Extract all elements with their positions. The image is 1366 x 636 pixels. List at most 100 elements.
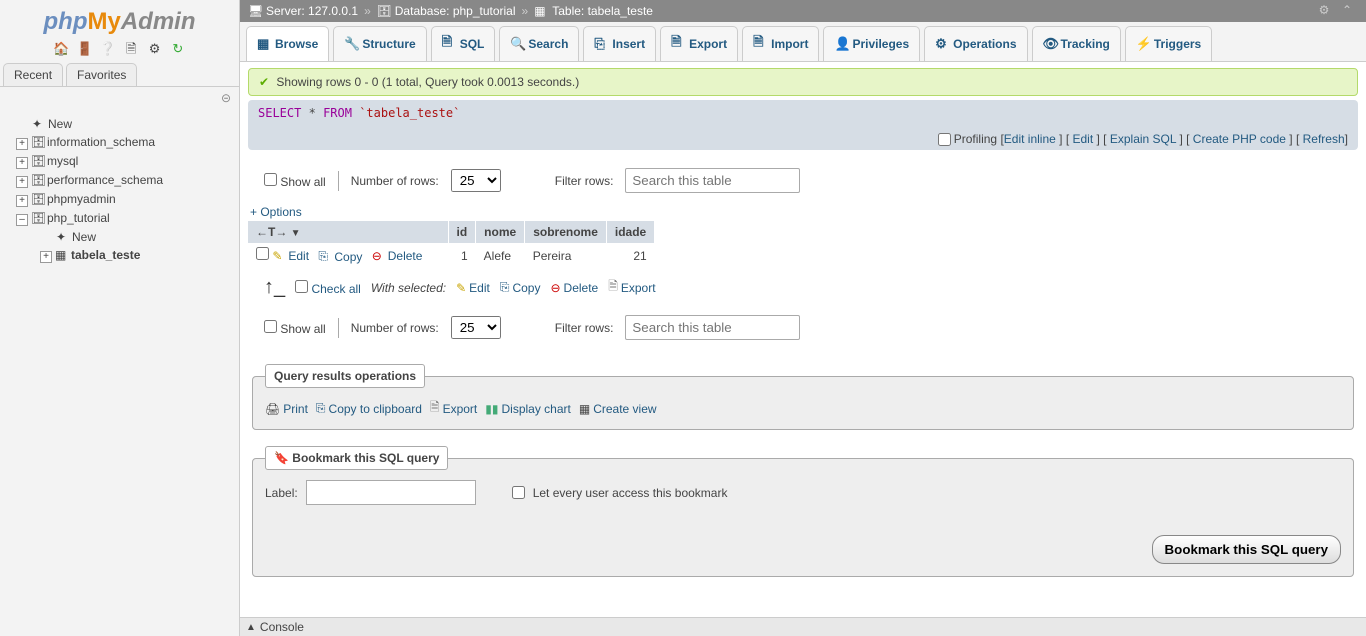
- link-edit[interactable]: Edit: [1072, 132, 1093, 146]
- db-icon: ✦: [56, 230, 70, 244]
- crumb-server[interactable]: Server: 127.0.0.1: [266, 4, 358, 18]
- toggle-icon[interactable]: +: [16, 195, 28, 207]
- collapse-icon[interactable]: ⊝: [0, 87, 239, 109]
- qro-copy[interactable]: ⎘Copy to clipboard: [316, 401, 422, 416]
- tab-sql[interactable]: 🗎SQL: [431, 26, 496, 61]
- console-toggle-icon[interactable]: ▲: [246, 622, 256, 633]
- collapse-up-icon[interactable]: ⌃: [1342, 3, 1358, 19]
- check-icon: ✔: [259, 75, 269, 89]
- sql-text: SELECT * FROM `tabela_teste`: [258, 106, 1348, 120]
- docs-icon[interactable]: ❔: [100, 41, 116, 57]
- qro-export[interactable]: 🗎Export: [430, 398, 477, 419]
- bookmark-label-input[interactable]: [306, 480, 476, 505]
- tab-favorites[interactable]: Favorites: [66, 63, 137, 86]
- link-explain[interactable]: Explain SQL: [1110, 132, 1176, 146]
- link-refresh[interactable]: Refresh: [1303, 132, 1345, 146]
- logout-icon[interactable]: 🚪: [76, 41, 92, 57]
- arrow-up-icon: ↑_: [264, 276, 285, 299]
- check-all-checkbox[interactable]: [295, 280, 308, 293]
- reload-icon[interactable]: ↻: [170, 41, 186, 57]
- col-sobrenome[interactable]: sobrenome: [525, 221, 607, 243]
- filter-bar-top: Show all Number of rows: 25 Filter rows:: [248, 160, 1358, 201]
- tab-icon: 👁: [1043, 36, 1057, 52]
- tree-node[interactable]: ✦New: [6, 115, 239, 133]
- crumb-database[interactable]: Database: php_tutorial: [395, 4, 516, 18]
- delete-icon: ⊖: [550, 281, 560, 295]
- server-icon: 🖥: [248, 4, 262, 18]
- tab-icon: 🔍: [510, 36, 524, 52]
- num-rows-select[interactable]: 25: [451, 169, 501, 192]
- tree-label: information_schema: [47, 135, 155, 149]
- toggle-icon[interactable]: +: [16, 138, 28, 150]
- bookmark-button[interactable]: Bookmark this SQL query: [1152, 535, 1341, 564]
- sel-delete[interactable]: ⊖Delete: [550, 281, 598, 295]
- tree-node[interactable]: +🗄mysql: [6, 152, 239, 171]
- tab-export[interactable]: 🗎Export: [660, 26, 738, 61]
- tree-node[interactable]: +🗄performance_schema: [6, 171, 239, 190]
- link-create-php[interactable]: Create PHP code: [1193, 132, 1286, 146]
- sidebar: phpMyAdmin 🏠 🚪 ❔ 🗎 ⚙ ↻ Recent Favorites …: [0, 0, 240, 636]
- tree-node[interactable]: –🗄php_tutorial: [6, 209, 239, 228]
- show-all-checkbox[interactable]: [264, 320, 277, 333]
- bookmark-fieldset: 🔖 Bookmark this SQL query Label: Let eve…: [252, 446, 1354, 577]
- logo[interactable]: phpMyAdmin: [0, 0, 239, 38]
- sort-icon[interactable]: ▼: [291, 228, 301, 239]
- tree-label: phpmyadmin: [47, 192, 116, 206]
- tab-icon: 🗎: [671, 33, 685, 55]
- main-tabs: ▦Browse🔧Structure🗎SQL🔍Search⎘Insert🗎Expo…: [240, 22, 1366, 62]
- toggle-icon[interactable]: –: [16, 214, 28, 226]
- filter-input[interactable]: [625, 315, 800, 340]
- row-delete[interactable]: ⊖Delete: [372, 249, 423, 263]
- tab-privileges[interactable]: 👤Privileges: [823, 26, 920, 61]
- tab-import[interactable]: 🗎Import: [742, 26, 819, 61]
- tab-operations[interactable]: ⚙Operations: [924, 26, 1027, 61]
- sel-edit[interactable]: ✎Edit: [456, 281, 490, 295]
- toggle-icon[interactable]: +: [40, 251, 52, 263]
- col-idade[interactable]: idade: [606, 221, 654, 243]
- filter-input[interactable]: [625, 168, 800, 193]
- tab-browse[interactable]: ▦Browse: [246, 26, 329, 61]
- sel-copy[interactable]: ⎘Copy: [500, 280, 541, 295]
- table-icon: ▦: [534, 4, 548, 18]
- tab-search[interactable]: 🔍Search: [499, 26, 579, 61]
- sel-export[interactable]: 🗎Export: [608, 277, 655, 298]
- console-bar[interactable]: ▲ Console: [240, 617, 1366, 636]
- results-table: ←T→ ▼ id nome sobrenome idade ✎Edit ⎘Cop…: [248, 221, 655, 268]
- gear-icon[interactable]: ⚙: [1319, 3, 1335, 19]
- home-icon[interactable]: 🏠: [53, 41, 69, 57]
- tree-label: tabela_teste: [71, 248, 140, 262]
- sql-icon[interactable]: 🗎: [123, 40, 139, 56]
- tree-node[interactable]: +🗄phpmyadmin: [6, 190, 239, 209]
- sidebar-tabs: Recent Favorites: [0, 63, 239, 87]
- link-edit-inline[interactable]: Edit inline: [1004, 132, 1056, 146]
- qro-chart[interactable]: ▮▮Display chart: [485, 402, 571, 416]
- row-copy[interactable]: ⎘Copy: [318, 249, 362, 264]
- tree-node[interactable]: +▦tabela_teste: [6, 246, 239, 265]
- tab-triggers[interactable]: ⚡Triggers: [1125, 26, 1212, 61]
- row-edit[interactable]: ✎Edit: [272, 249, 309, 263]
- bookmark-everyone-checkbox[interactable]: [512, 486, 525, 499]
- toggle-icon[interactable]: +: [16, 176, 28, 188]
- check-all-link[interactable]: Check all: [311, 282, 360, 296]
- with-selected: ↑_ Check all With selected: ✎Edit ⎘Copy …: [248, 268, 1358, 307]
- tab-tracking[interactable]: 👁Tracking: [1032, 26, 1121, 61]
- tab-insert[interactable]: ⎘Insert: [583, 26, 656, 61]
- delete-icon: ⊖: [372, 249, 386, 263]
- col-nome[interactable]: nome: [476, 221, 525, 243]
- row-checkbox[interactable]: [256, 247, 269, 260]
- tab-structure[interactable]: 🔧Structure: [333, 26, 426, 61]
- qro-view[interactable]: ▦Create view: [579, 402, 657, 416]
- show-all-checkbox[interactable]: [264, 173, 277, 186]
- pencil-icon: ✎: [456, 281, 466, 295]
- num-rows-select[interactable]: 25: [451, 316, 501, 339]
- tree-node[interactable]: ✦New: [6, 228, 239, 246]
- col-id[interactable]: id: [448, 221, 476, 243]
- gear-icon[interactable]: ⚙: [147, 41, 163, 57]
- profiling-checkbox[interactable]: [938, 133, 951, 146]
- toggle-icon[interactable]: +: [16, 157, 28, 169]
- tree-node[interactable]: +🗄information_schema: [6, 133, 239, 152]
- crumb-table[interactable]: Table: tabela_teste: [552, 4, 653, 18]
- tab-recent[interactable]: Recent: [3, 63, 63, 86]
- options-link[interactable]: + Options: [250, 205, 1358, 219]
- qro-print[interactable]: 🖨Print: [265, 402, 308, 416]
